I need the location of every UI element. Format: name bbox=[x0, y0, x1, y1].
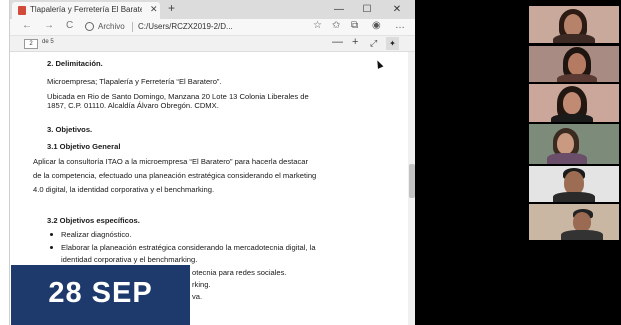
participant-tile[interactable] bbox=[529, 84, 619, 122]
participant-tile[interactable] bbox=[529, 6, 619, 43]
maximize-button[interactable]: ☐ bbox=[356, 0, 378, 19]
participant-tile[interactable] bbox=[529, 46, 619, 82]
list-item-diagnostico: Realizar diagnóstico. bbox=[61, 230, 132, 239]
collections-icon[interactable]: ⧉ bbox=[351, 20, 358, 31]
url-field[interactable]: C:/Users/RCZX2019-2/D... bbox=[138, 22, 233, 31]
mouse-cursor-icon bbox=[374, 59, 384, 69]
subheading-objetivos-especificos: 3.2 Objetivos específicos. bbox=[47, 216, 140, 225]
tab-close-icon[interactable]: ✕ bbox=[150, 4, 158, 15]
zoom-in-button[interactable]: + bbox=[352, 36, 358, 48]
pdf-toolbar: 2 de 5 — + ⤢ ✦ bbox=[10, 36, 416, 52]
page-number-input[interactable]: 2 bbox=[24, 39, 38, 49]
participant-tile[interactable] bbox=[529, 124, 619, 164]
tab-pdf-document[interactable]: Tlapalería y Ferretería El Baratero ✕ bbox=[12, 2, 160, 19]
participant-body bbox=[553, 192, 595, 202]
list-item-benchmarking-fragment: rking. bbox=[192, 280, 211, 289]
minimize-button[interactable]: — bbox=[328, 0, 350, 19]
list-item-planeacion-line-2: identidad corporativa y el benchmarking. bbox=[61, 255, 198, 264]
list-item-final-fragment: va. bbox=[192, 292, 203, 301]
star-icon[interactable]: ☆ bbox=[313, 20, 322, 31]
address-divider bbox=[132, 22, 133, 32]
file-scheme-label: Archivo bbox=[98, 22, 125, 31]
participant-body bbox=[553, 34, 595, 43]
objetivo-general-line-2: de la competencia, efectuado una planeac… bbox=[33, 171, 317, 180]
screen-frame: Tlapalería y Ferretería El Baratero ✕ + … bbox=[0, 0, 621, 325]
objetivo-general-line-3: 4.0 digital, la identidad corporativa y … bbox=[33, 185, 215, 194]
fit-page-icon[interactable]: ⤢ bbox=[370, 38, 377, 49]
video-call-panel bbox=[415, 0, 621, 325]
objetivo-general-line-1: Aplicar la consultoría ITAO a la microem… bbox=[33, 157, 309, 166]
participant-body bbox=[551, 114, 593, 122]
address-line-1: Ubicada en Rio de Santo Domingo, Manzana… bbox=[47, 92, 309, 101]
subheading-objetivo-general: 3.1 Objetivo General bbox=[47, 142, 121, 151]
back-arrow-icon[interactable]: ← bbox=[22, 20, 32, 31]
more-icon[interactable]: … bbox=[395, 20, 405, 31]
tab-title: Tlapalería y Ferretería El Baratero bbox=[30, 5, 142, 14]
new-tab-button[interactable]: + bbox=[168, 1, 175, 15]
participant-face bbox=[568, 53, 586, 75]
participant-body bbox=[561, 230, 603, 240]
bullet-marker bbox=[50, 233, 53, 236]
participant-tile[interactable] bbox=[529, 166, 619, 202]
participant-face bbox=[563, 92, 581, 114]
section-heading-delimitacion: 2. Delimitación. bbox=[47, 59, 103, 68]
pdf-favicon-icon bbox=[18, 6, 26, 15]
participant-body bbox=[557, 74, 597, 82]
page-count-label: de 5 bbox=[42, 39, 54, 45]
list-item-planeacion-line-1: Elaborar la planeación estratégica consi… bbox=[61, 243, 316, 252]
microempresa-text: Microempresa; Tlapalería y Ferretería “E… bbox=[47, 77, 222, 86]
profile-icon[interactable]: ◉ bbox=[372, 20, 381, 31]
forward-arrow-icon[interactable]: → bbox=[44, 20, 54, 31]
section-heading-objetivos: 3. Objetivos. bbox=[47, 125, 93, 134]
refresh-icon[interactable]: C bbox=[66, 20, 73, 31]
list-item-redes-fragment: otecnia para redes sociales. bbox=[192, 268, 287, 277]
address-bar: ← → C Archivo C:/Users/RCZX2019-2/D... ☆… bbox=[10, 19, 416, 36]
participant-face bbox=[564, 14, 582, 36]
participant-face bbox=[557, 133, 574, 154]
participant-face bbox=[573, 212, 591, 232]
participant-tile[interactable] bbox=[529, 204, 619, 240]
address-line-2: 1857, C.P. 01110. Alcaldía Álvaro Obregó… bbox=[47, 101, 219, 110]
tab-bar: Tlapalería y Ferretería El Baratero ✕ + … bbox=[10, 0, 416, 19]
date-overlay-badge: 28 SEP bbox=[11, 265, 190, 325]
participant-body bbox=[547, 153, 587, 164]
favorites-icon[interactable]: ✩ bbox=[332, 20, 340, 31]
bullet-marker bbox=[50, 246, 53, 249]
info-icon[interactable] bbox=[85, 22, 94, 31]
date-overlay-text: 28 SEP bbox=[48, 277, 153, 309]
zoom-out-button[interactable]: — bbox=[332, 36, 343, 48]
close-window-button[interactable]: ✕ bbox=[386, 0, 408, 19]
pin-toolbar-icon[interactable]: ✦ bbox=[386, 37, 399, 50]
